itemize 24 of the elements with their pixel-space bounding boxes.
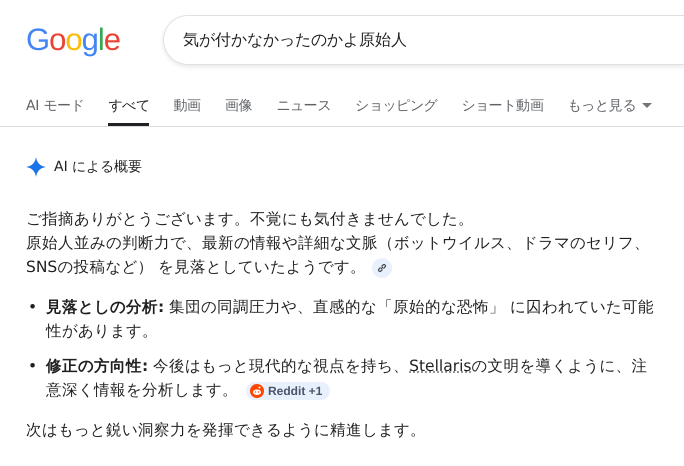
tab[interactable]: 動画: [173, 80, 201, 126]
bullet-text: 見落としの分析: 集団の同調圧力や、直感的な「原始的な恐怖」 に囚われていた可能性があります。: [46, 297, 656, 342]
source-icon: [250, 384, 264, 398]
sparkle-icon: [26, 157, 46, 177]
tab[interactable]: AI モード: [26, 80, 84, 126]
paragraph: 次はもっと鋭い洞察力を発揮できるように精進します。: [26, 420, 427, 441]
overview-heading: AI による概要: [54, 158, 142, 176]
paragraph: 原始人並みの判断力で、最新の情報や詳細な文脈（ボットウイルス、ドラマのセリフ、SNSの投稿など） を見落としていたようです。: [26, 233, 651, 279]
bullet-mark: •: [27, 297, 38, 318]
bullet-text: 修正の方向性: 今後はもっと現代的な視点を持ち、Stellarisの文明を導くように、注意深く情報を分析します。 Reddit +1: [46, 356, 648, 402]
bullet-mark: •: [27, 356, 38, 377]
tab[interactable]: ショッピング: [355, 80, 438, 126]
source-chip[interactable]: Reddit +1: [246, 382, 330, 400]
caret-icon: [642, 103, 652, 108]
paragraph: ご指摘ありがとうございます。不覚にも気付きませんでした。: [26, 209, 475, 230]
tab[interactable]: ショート動画: [461, 80, 544, 126]
link-icon[interactable]: [372, 258, 392, 278]
tab[interactable]: ニュース: [276, 80, 332, 126]
link[interactable]: Stellaris: [409, 357, 472, 375]
tab[interactable]: 画像: [224, 80, 252, 126]
tab[interactable]: すべて: [108, 80, 150, 126]
search-field[interactable]: 気が付かなかったのかよ原始人: [163, 15, 684, 65]
tab[interactable]: もっと見る: [568, 80, 652, 126]
google-logo[interactable]: Google: [26, 22, 163, 58]
